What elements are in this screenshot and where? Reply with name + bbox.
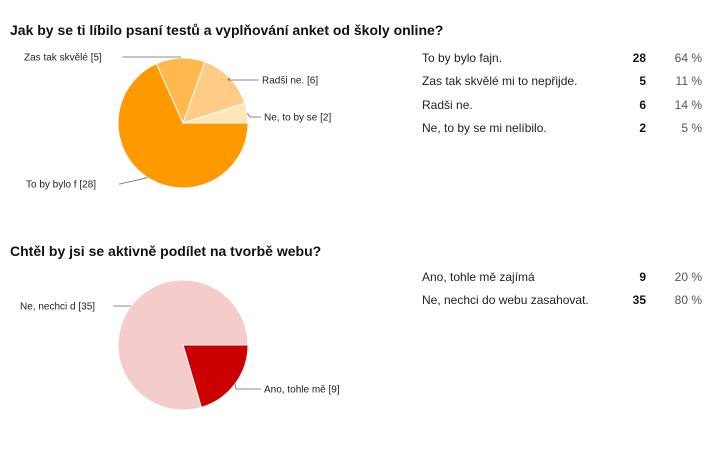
slice-label: To by bylo f [28] (26, 180, 96, 191)
table-row: Zas tak skvělé mi to nepřijde. 5 11 % (422, 70, 702, 94)
answer-label: Ne, to by se mi nelíbilo. (422, 121, 547, 136)
answer-percent: 80 % (674, 293, 702, 308)
slice-label: Ne, to by se [2] (264, 113, 331, 124)
answer-label: Zas tak skvělé mi to nepřijde. (422, 74, 578, 89)
answer-label: Ne, nechci do webu zasahovat. (422, 293, 589, 308)
table-row: Ano, tohle mě zajímá 9 20 % (422, 265, 702, 289)
slice-label: Radši ne. [6] (262, 76, 318, 87)
summary-table-2: Ano, tohle mě zajímá 9 20 % Ne, nechci d… (422, 265, 702, 312)
answer-count: 9 (639, 269, 646, 284)
slice-label: Ano, tohle mě [9] (264, 385, 340, 396)
leader-line (119, 177, 148, 185)
answer-percent: 20 % (674, 269, 702, 284)
answer-percent: 5 % (681, 121, 702, 136)
table-row: Ne, to by se mi nelíbilo. 2 5 % (422, 117, 702, 141)
question-2-title: Chtěl by jsi se aktivně podílet na tvorb… (10, 243, 322, 259)
leader-line (122, 56, 181, 59)
answer-count: 35 (632, 293, 646, 308)
answer-count: 2 (639, 121, 646, 136)
slice-label: Zas tak skvělé [5] (24, 53, 102, 64)
answer-label: Ano, tohle mě zajímá (422, 269, 535, 284)
answer-count: 28 (632, 50, 646, 65)
summary-table-1: To by bylo fajn. 28 64 % Zas tak skvělé … (422, 46, 702, 140)
pie-chart-2: Ano, tohle mě [9] Ne, nechci d [35] (20, 279, 340, 411)
leader-line (234, 383, 261, 390)
table-row: To by bylo fajn. 28 64 % (422, 46, 702, 70)
answer-label: To by bylo fajn. (422, 50, 503, 65)
leader-line (246, 112, 261, 118)
slice-label: Ne, nechci d [35] (20, 302, 95, 313)
table-row: Radši ne. 6 14 % (422, 93, 702, 117)
table-row: Ne, nechci do webu zasahovat. 35 80 % (422, 289, 702, 313)
answer-label: Radši ne. (422, 97, 473, 112)
answer-percent: 64 % (674, 50, 702, 65)
answer-count: 5 (639, 74, 646, 89)
answer-percent: 11 % (675, 74, 702, 89)
pie-chart-1: To by bylo f [28] Zas tak skvělé [5] Radši… (24, 53, 331, 191)
leader-line (227, 77, 259, 81)
answer-count: 6 (639, 97, 646, 112)
answer-percent: 14 % (674, 97, 702, 112)
